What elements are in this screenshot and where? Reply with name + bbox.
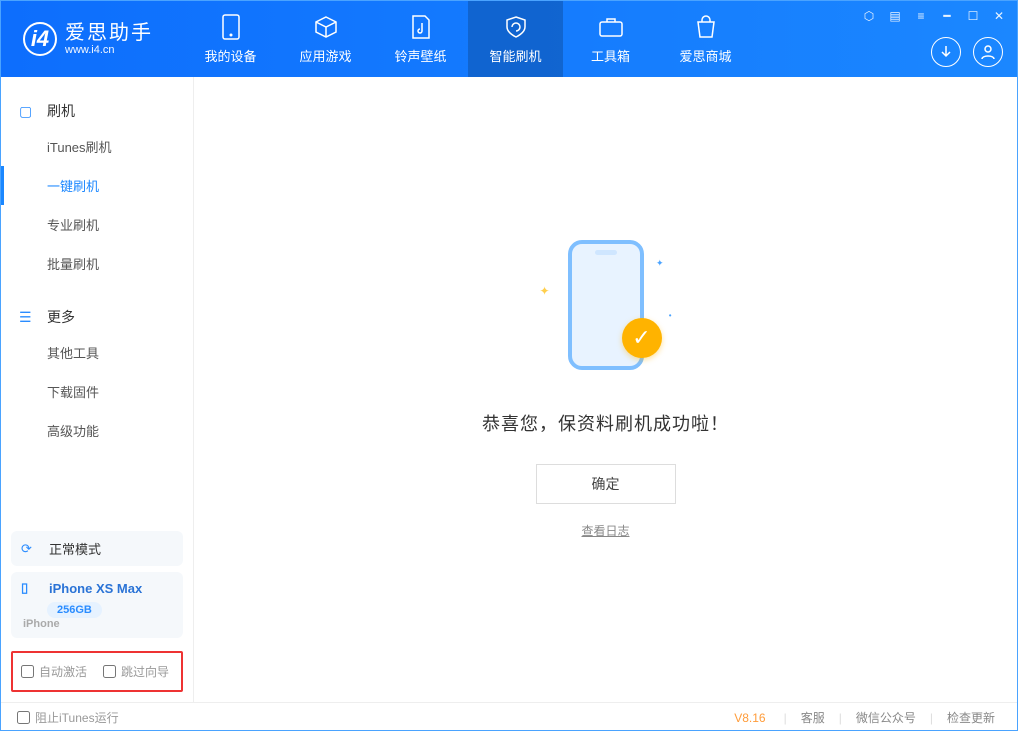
note-icon[interactable]: ▤ <box>887 9 903 23</box>
app-header: i4 爱思助手 www.i4.cn 我的设备 应用游戏 铃声壁纸 智能刷机 工具… <box>1 1 1017 77</box>
minimize-button[interactable]: ━ <box>939 9 955 23</box>
bag-icon <box>693 14 719 40</box>
highlighted-options: 自动激活 跳过向导 <box>11 651 183 692</box>
checkbox-label: 自动激活 <box>39 663 87 680</box>
sidebar-header-label: 刷机 <box>47 101 75 121</box>
nav-tabs: 我的设备 应用游戏 铃声壁纸 智能刷机 工具箱 爱思商城 <box>183 1 753 77</box>
main-content: ✓ ✦ ✦ • 恭喜您，保资料刷机成功啦！ 确定 查看日志 <box>194 77 1017 702</box>
checkbox-label: 阻止iTunes运行 <box>35 709 119 726</box>
tab-label: 铃声壁纸 <box>394 46 446 65</box>
confirm-button[interactable]: 确定 <box>536 464 676 504</box>
device-panel: ⟳ 正常模式 ▯ iPhone XS Max 256GB iPhone <box>11 531 183 638</box>
checkbox-label: 跳过向导 <box>121 663 169 680</box>
sparkle-icon: ✦ <box>540 284 550 298</box>
sparkle-icon: • <box>669 311 672 320</box>
sidebar-header-flash: ▢ 刷机 <box>1 95 193 127</box>
menu-icon[interactable]: ≡ <box>913 9 929 23</box>
app-name: 爱思助手 <box>65 22 153 44</box>
sparkle-icon: ✦ <box>656 258 664 269</box>
maximize-button[interactable]: ☐ <box>965 9 981 23</box>
sidebar-item-advanced[interactable]: 高级功能 <box>1 411 193 450</box>
logo-text: 爱思助手 www.i4.cn <box>65 22 153 57</box>
sidebar-item-oneclick-flash[interactable]: 一键刷机 <box>1 166 193 205</box>
toolbox-icon <box>598 14 624 40</box>
sidebar-item-itunes-flash[interactable]: iTunes刷机 <box>1 127 193 166</box>
success-message: 恭喜您，保资料刷机成功啦！ <box>482 410 729 436</box>
device-mode-row[interactable]: ⟳ 正常模式 <box>11 531 183 566</box>
sidebar-item-batch-flash[interactable]: 批量刷机 <box>1 244 193 283</box>
sync-icon: ⟳ <box>21 541 41 557</box>
user-button[interactable] <box>973 37 1003 67</box>
check-badge-icon: ✓ <box>622 318 662 358</box>
logo: i4 爱思助手 www.i4.cn <box>1 22 171 57</box>
auto-activate-checkbox[interactable]: 自动激活 <box>21 663 87 680</box>
view-log-link[interactable]: 查看日志 <box>581 522 629 539</box>
refresh-shield-icon <box>503 14 529 40</box>
device-mode-label: 正常模式 <box>49 539 101 558</box>
tab-my-device[interactable]: 我的设备 <box>183 1 278 77</box>
music-file-icon <box>408 14 434 40</box>
close-button[interactable]: ✕ <box>991 9 1007 23</box>
sidebar-item-download-firmware[interactable]: 下载固件 <box>1 372 193 411</box>
phone-icon <box>218 14 244 40</box>
footer-link-support[interactable]: 客服 <box>795 709 831 726</box>
success-illustration: ✓ ✦ ✦ • <box>536 240 676 380</box>
device-name-row[interactable]: ▯ iPhone XS Max 256GB iPhone <box>11 572 183 638</box>
status-bar: 阻止iTunes运行 V8.16 | 客服 | 微信公众号 | 检查更新 <box>1 702 1017 732</box>
tab-label: 智能刷机 <box>489 46 541 65</box>
tab-label: 应用游戏 <box>299 46 351 65</box>
tab-label: 我的设备 <box>204 46 256 65</box>
sidebar-header-label: 更多 <box>47 307 75 327</box>
footer-link-update[interactable]: 检查更新 <box>941 709 1001 726</box>
list-icon: ☰ <box>19 309 37 326</box>
app-url: www.i4.cn <box>65 44 153 57</box>
tab-label: 工具箱 <box>591 46 630 65</box>
sidebar-item-other-tools[interactable]: 其他工具 <box>1 333 193 372</box>
phone-small-icon: ▯ <box>21 580 41 596</box>
cube-icon <box>313 14 339 40</box>
tab-ringtone-wallpaper[interactable]: 铃声壁纸 <box>373 1 468 77</box>
download-button[interactable] <box>931 37 961 67</box>
tab-label: 爱思商城 <box>679 46 731 65</box>
sidebar-header-more: ☰ 更多 <box>1 301 193 333</box>
block-itunes-checkbox[interactable]: 阻止iTunes运行 <box>17 709 119 726</box>
device-name: iPhone XS Max <box>49 581 142 596</box>
window-controls: ⬡ ▤ ≡ ━ ☐ ✕ <box>861 9 1007 23</box>
version-label: V8.16 <box>734 711 765 725</box>
sidebar: ▢ 刷机 iTunes刷机 一键刷机 专业刷机 批量刷机 ☰ 更多 其他工具 下… <box>1 77 194 702</box>
shirt-icon[interactable]: ⬡ <box>861 9 877 23</box>
tab-apps-games[interactable]: 应用游戏 <box>278 1 373 77</box>
tab-toolbox[interactable]: 工具箱 <box>563 1 658 77</box>
tab-smart-flash[interactable]: 智能刷机 <box>468 1 563 77</box>
tab-store[interactable]: 爱思商城 <box>658 1 753 77</box>
skip-guide-checkbox[interactable]: 跳过向导 <box>103 663 169 680</box>
device-capacity-badge: 256GB <box>47 602 102 618</box>
logo-icon: i4 <box>23 22 57 56</box>
device-type: iPhone <box>23 618 60 630</box>
header-actions <box>931 37 1003 67</box>
footer-link-wechat[interactable]: 微信公众号 <box>850 709 922 726</box>
phone-outline-icon: ▢ <box>19 103 37 120</box>
sidebar-item-pro-flash[interactable]: 专业刷机 <box>1 205 193 244</box>
